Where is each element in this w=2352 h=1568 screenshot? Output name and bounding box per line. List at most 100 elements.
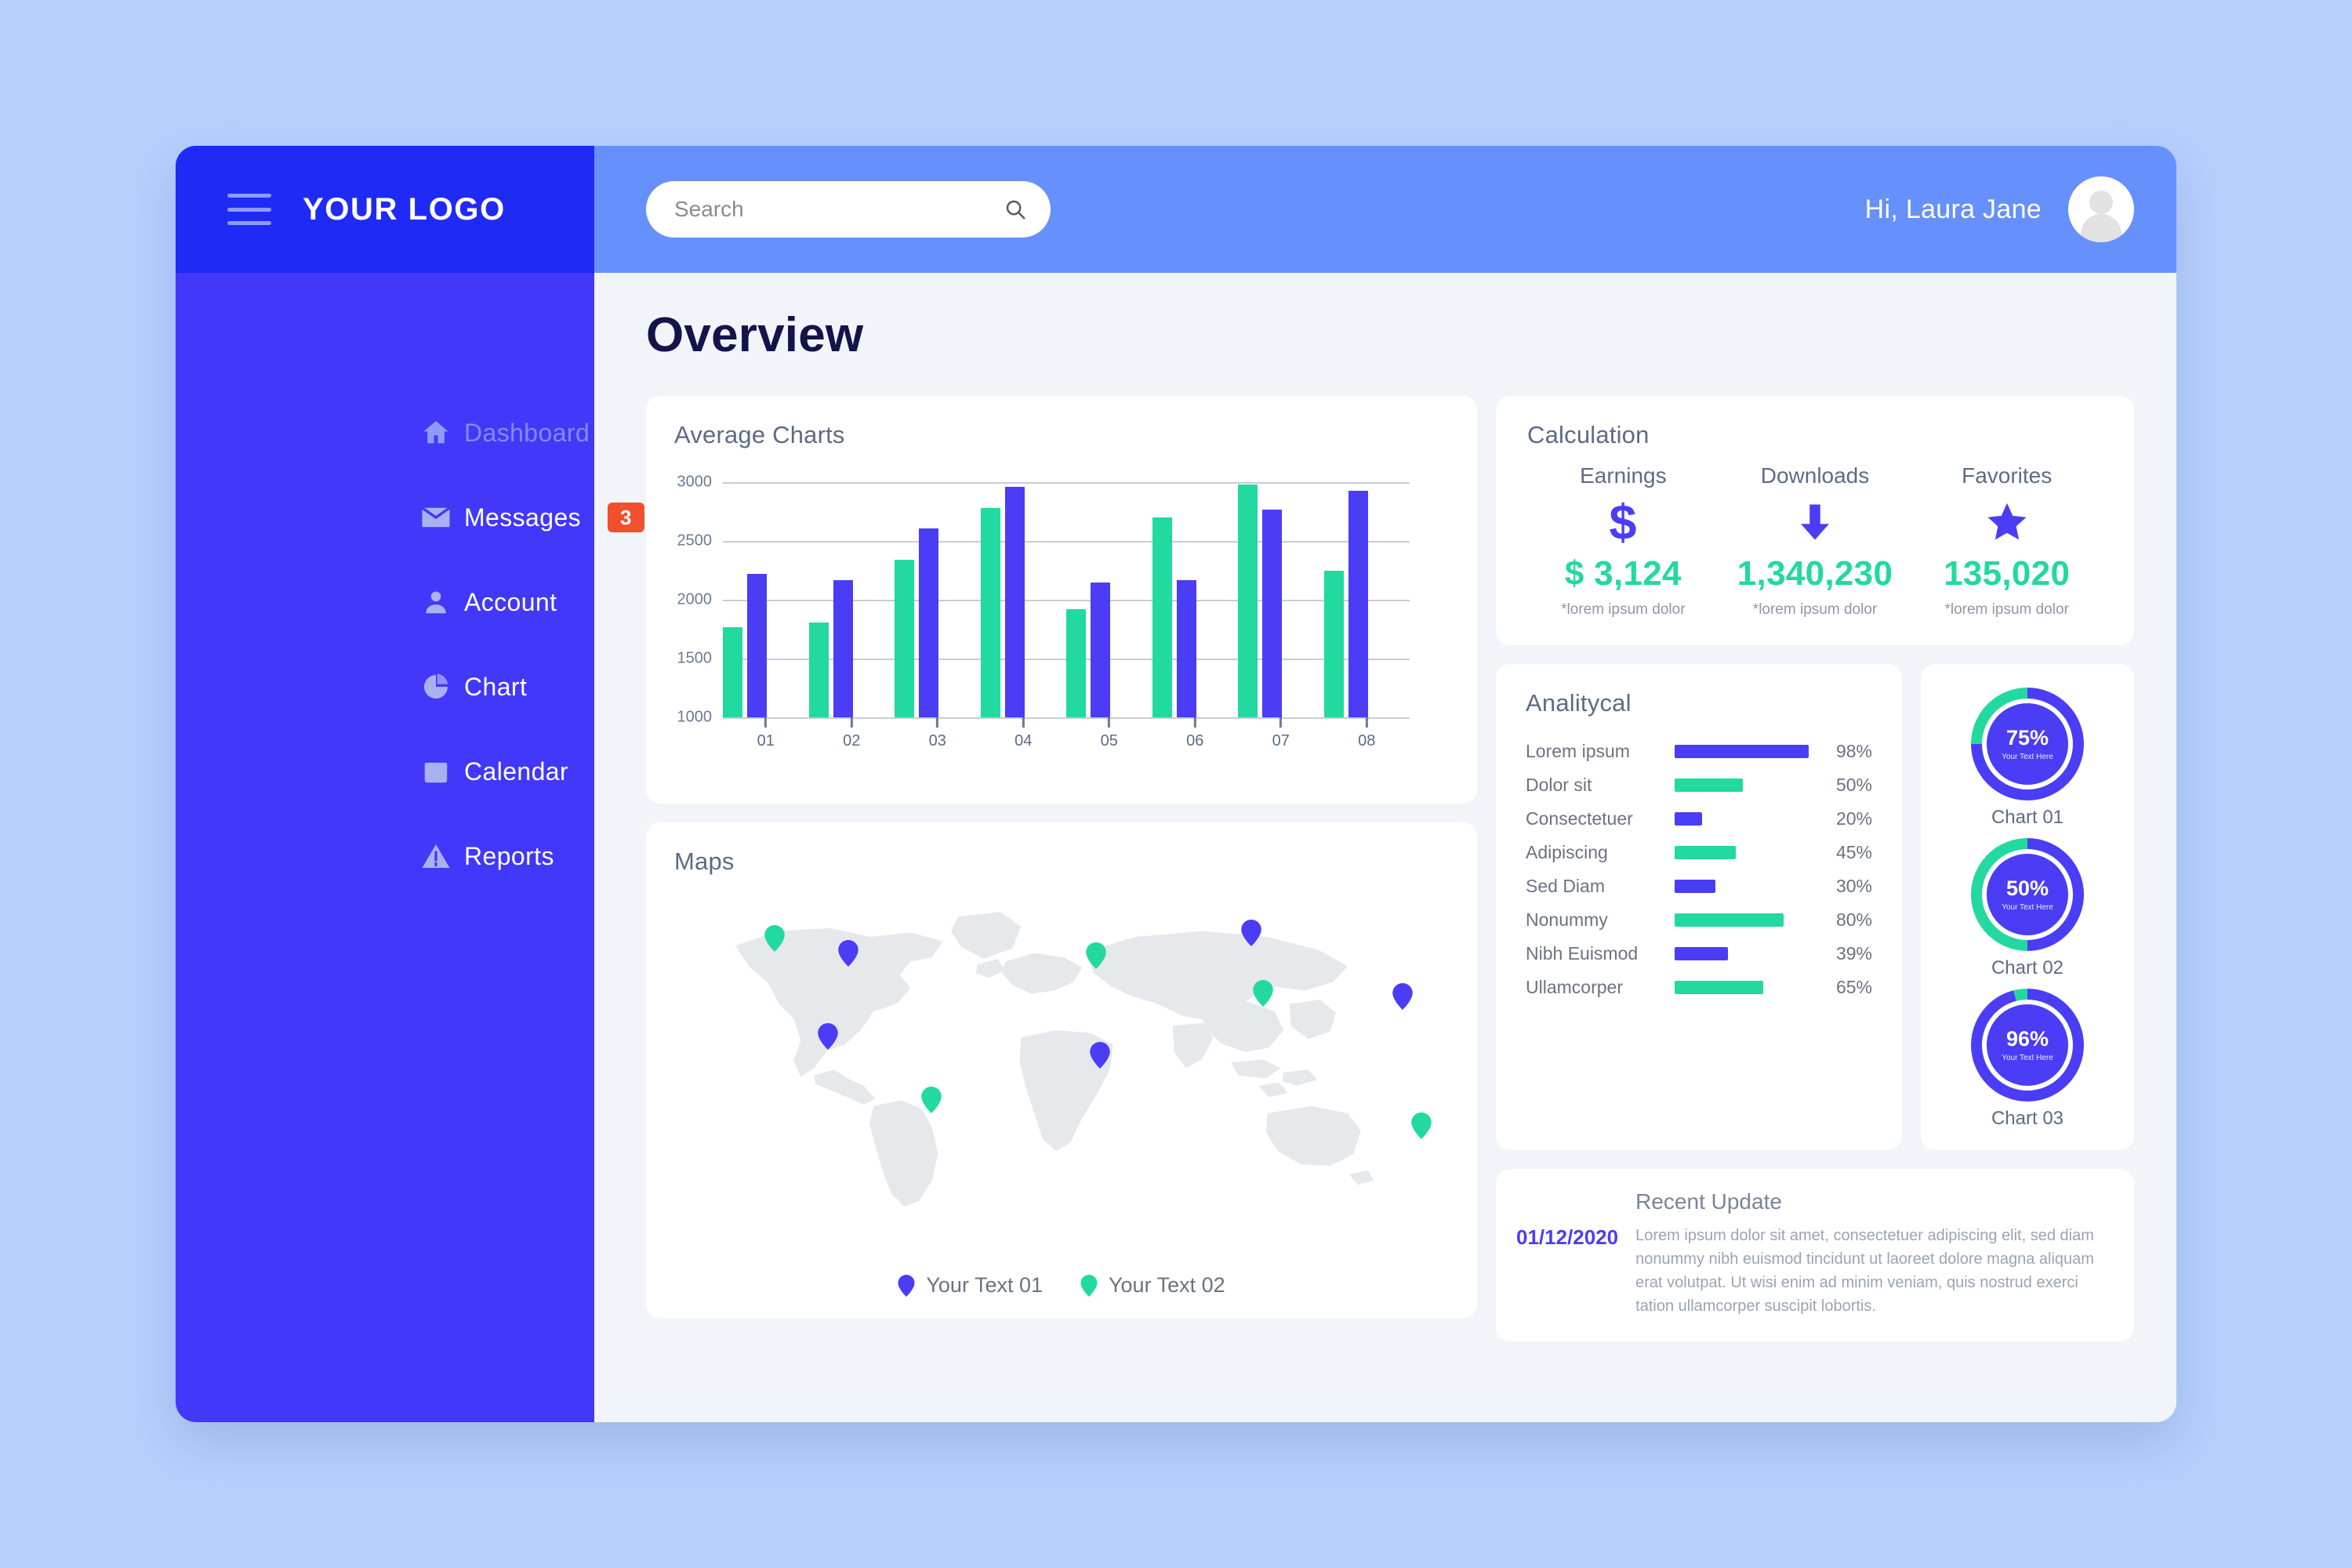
right-column: Calculation Earnings $ $ 3,124 *lorem ipsum… [1496,396,2134,1341]
x-axis-tick-label: 04 [1014,732,1033,750]
donut-caption: Chart 03 [1991,1108,2064,1129]
hamburger-menu-icon[interactable] [227,194,271,225]
map-pin-icon [898,1274,915,1297]
x-axis-tick-label: 06 [1186,732,1204,750]
map-pin[interactable] [1241,920,1261,946]
x-axis-tick: 02 [843,717,860,750]
map-pin[interactable] [764,924,786,952]
map-legend-item: Your Text 02 [1080,1273,1225,1298]
sidebar-item-reports[interactable]: Reports [176,814,594,898]
analytical-row-label: Consectetuer [1526,808,1633,829]
analytical-row-track [1675,812,1811,826]
map-pin[interactable] [1086,942,1107,969]
calculation-metric-note: *lorem ipsum dolor [1752,601,1878,618]
sidebar-item-calendar[interactable]: Calendar [176,729,594,814]
map-legend-label: Your Text 01 [926,1273,1043,1297]
left-column: Average Charts 1000 1500 2000 2500 3000 01 02… [646,396,1477,1318]
main-area: Hi, Laura Jane Overview Average Charts 1… [594,146,2176,1422]
download-arrow-icon [1794,498,1836,546]
calculation-metric: Earnings $ $ 3,124 *lorem ipsum dolor [1527,463,1719,619]
bar [1262,509,1282,717]
donut-center: 96% Your Text Here [1987,1004,2068,1086]
sidebar-item-label: Chart [464,672,528,701]
bar-group [980,482,1067,717]
bar [1238,485,1258,717]
calculation-metric: Downloads 1,340,230 *lorem ipsum dolor [1719,463,1911,619]
greeting-text: Hi, Laura Jane [1864,194,2042,224]
pie-chart-icon [416,666,456,707]
x-axis-tick-label: 02 [843,732,861,750]
donut-center: 50% Your Text Here [1987,854,2068,935]
warning-triangle-icon [416,836,456,877]
bar [723,626,742,717]
map-pin[interactable] [838,940,859,967]
maps-title: Maps [674,848,735,875]
sidebar-item-messages[interactable]: Messages 3 [176,475,644,560]
y-axis-tick-label: 1500 [677,649,713,667]
donut-chart: 75% Your Text Here Chart 01 [1971,688,2084,829]
analytical-row-percent: 65% [1835,977,1872,997]
analytical-row-track [1675,981,1811,994]
analytical-row: Nibh Euismod 39% [1526,943,1872,964]
analytical-row-track [1675,745,1811,758]
bar [1323,570,1344,717]
x-axis-tick-label: 03 [928,732,946,750]
calculation-metric-note: *lorem ipsum dolor [1561,601,1686,618]
x-axis-tick: 06 [1186,717,1203,750]
map-pin[interactable] [1090,1042,1111,1069]
analytical-row-bar [1675,745,1809,758]
donut-percent: 50% [2005,876,2049,900]
avatar[interactable] [2068,176,2134,242]
bar-group [895,482,981,717]
map-pin[interactable] [817,1023,838,1050]
x-axis-tick-label: 07 [1272,732,1290,750]
analytical-row-label: Nibh Euismod [1526,943,1639,964]
calculation-metric-value: $ 3,124 [1564,554,1682,593]
sidebar: YOUR LOGO Dashboard Messages 3 Account C… [176,146,644,1422]
analytical-row-label: Lorem ipsum [1526,741,1630,761]
sidebar-item-chart[interactable]: Chart [176,644,594,729]
analytical-row: Adipiscing 45% [1526,842,1872,863]
donut-ring: 96% Your Text Here [1971,989,2084,1102]
analytical-row-percent: 45% [1835,842,1872,862]
y-axis-tick-label: 3000 [677,473,713,491]
map-pin[interactable] [921,1087,942,1114]
analytical-row-percent: 30% [1835,876,1872,896]
recent-update-card: 01/12/2020 Recent Update Lorem ipsum dol… [1496,1169,2134,1341]
analytical-row-bar [1675,947,1728,960]
donut-subtitle: Your Text Here [2002,752,2053,761]
map-legend: Your Text 01 Your Text 02 [646,1273,1477,1298]
analytical-row: Ullamcorper 65% [1526,977,1872,998]
donut-chart: 96% Your Text Here Chart 03 [1971,989,2084,1130]
analytical-row-label: Ullamcorper [1526,977,1623,997]
search-box[interactable] [646,181,1051,238]
analytical-row-track [1675,880,1811,893]
donut-percent: 75% [2005,725,2049,750]
dashboard-grid: Average Charts 1000 1500 2000 2500 3000 01 02… [646,396,2134,1341]
search-icon[interactable] [1004,198,1027,221]
sidebar-item-dashboard[interactable]: Dashboard [176,390,594,475]
x-axis-tick-label: 01 [757,732,775,750]
analytical-row-track [1675,947,1811,960]
recent-update-title: Recent Update [1635,1189,1782,1214]
sidebar-item-label: Reports [464,841,554,870]
bar-group [1323,482,1410,717]
map-legend-label: Your Text 02 [1109,1273,1225,1297]
calculation-title: Calculation [1527,421,1650,448]
analytical-row-percent: 80% [1835,909,1872,930]
bar-group [1152,482,1239,717]
sidebar-item-label: Account [464,587,557,616]
search-input[interactable] [674,197,994,222]
x-axis-tick-label: 08 [1358,732,1376,750]
bar [1176,579,1196,717]
donut-subtitle: Your Text Here [2002,1053,2053,1062]
bar-chart-x-axis: 01 02 03 04 05 06 07 08 [723,717,1410,768]
bar-groups [723,482,1410,717]
map-pin-icon [1080,1274,1098,1297]
map-pin[interactable] [1253,980,1273,1007]
map-pin[interactable] [1392,983,1413,1011]
logo-text: YOUR LOGO [303,191,506,227]
map-pin[interactable] [1411,1112,1432,1140]
map-wrapper [674,895,1449,1240]
sidebar-item-account[interactable]: Account [176,560,594,644]
